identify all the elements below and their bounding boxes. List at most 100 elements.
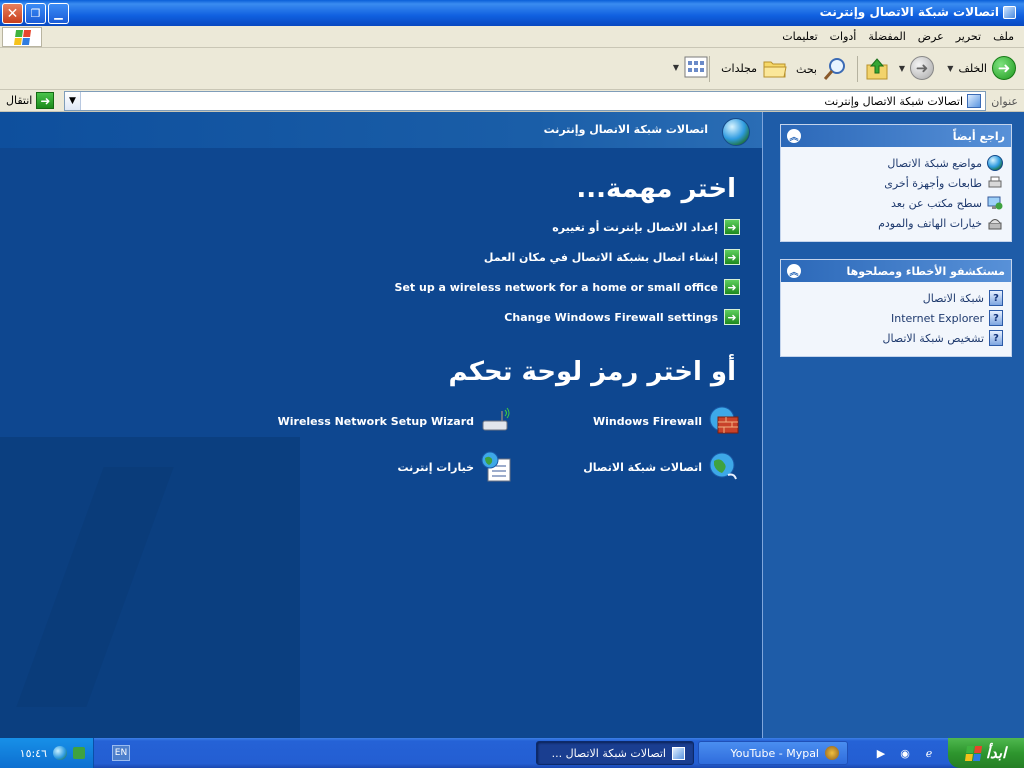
address-label: عنوان — [991, 95, 1018, 108]
address-value: اتصالات شبكة الاتصال وإنترنت — [824, 94, 963, 108]
see-also-phone-modem[interactable]: خيارات الهاتف والمودم — [789, 213, 1003, 233]
toolbar: ➜ الخلف ▼ ➜ ▼ بحث مجلدات ▼ — [0, 48, 1024, 90]
task-arrow-icon: ➜ — [724, 279, 740, 295]
see-also-header[interactable]: راجع أيضاً ︽ — [781, 125, 1011, 147]
safely-remove-icon[interactable] — [73, 747, 85, 759]
see-also-box: راجع أيضاً ︽ مواضع شبكة الاتصال طابعات و… — [780, 124, 1012, 242]
media-play-icon[interactable]: ▶ — [872, 744, 890, 762]
folders-icon — [763, 61, 787, 78]
watermark-graphic — [0, 437, 304, 738]
menu-bar: ملف تحرير عرض المفضلة أدوات تعليمات — [0, 26, 1024, 48]
search-label: بحث — [796, 62, 817, 76]
troubleshooter-network-diagnostics[interactable]: ? تشخيص شبكة الاتصال — [789, 328, 1003, 348]
task-setup-internet[interactable]: ➜ إعداد الاتصال بإنترنت أو تغييره — [552, 219, 740, 235]
cp-label: اتصالات شبكة الاتصال — [583, 460, 702, 474]
back-dropdown-icon[interactable]: ▼ — [947, 64, 953, 73]
printer-icon — [988, 176, 1002, 188]
menu-help[interactable]: تعليمات — [782, 30, 817, 43]
see-also-label: خيارات الهاتف والمودم — [878, 216, 982, 230]
troubleshooter-label: تشخيص شبكة الاتصال — [882, 331, 984, 345]
pick-icon-heading: أو اختر رمز لوحة تحكم — [448, 357, 736, 387]
folders-label: مجلدات — [721, 61, 757, 75]
folders-button[interactable]: مجلدات — [721, 56, 788, 80]
side-panel: راجع أيضاً ︽ مواضع شبكة الاتصال طابعات و… — [762, 112, 1024, 738]
media-player-icon[interactable]: ◉ — [896, 744, 914, 762]
internet-explorer-icon[interactable]: ℯ — [920, 744, 938, 762]
task-workplace-connection[interactable]: ➜ إنشاء اتصال بشبكة الاتصال في مكان العم… — [484, 249, 740, 265]
phone-modem-icon — [988, 219, 1002, 230]
see-also-label: مواضع شبكة الاتصال — [887, 156, 982, 170]
forward-dropdown-icon[interactable]: ▼ — [899, 64, 905, 73]
menu-tools[interactable]: أدوات — [830, 30, 857, 43]
task-arrow-icon: ➜ — [724, 249, 740, 265]
folder-icon — [1003, 5, 1016, 19]
address-bar: عنوان اتصالات شبكة الاتصال وإنترنت ▼ ➜ ا… — [0, 90, 1024, 112]
back-button[interactable]: ➜ الخلف ▼ — [947, 56, 1016, 80]
cp-windows-firewall[interactable]: Windows Firewall — [593, 405, 740, 437]
go-label: انتقال — [6, 94, 33, 107]
network-connections-icon — [709, 452, 737, 480]
start-label: ابدأ — [985, 744, 1007, 762]
clock: ١٥:٤٦ — [19, 746, 47, 760]
troubleshooter-network[interactable]: ? شبكة الاتصال — [789, 288, 1003, 308]
menu-favorites[interactable]: المفضلة — [868, 30, 905, 43]
troubleshooter-internet-explorer[interactable]: ? Internet Explorer — [789, 308, 1003, 328]
help-icon: ? — [989, 310, 1003, 326]
see-also-printers[interactable]: طابعات وأجهزة أخرى — [789, 173, 1003, 193]
main-pane: اتصالات شبكة الاتصال وإنترنت اختر مهمة..… — [0, 112, 762, 738]
toolbar-separator — [857, 56, 858, 82]
close-button[interactable]: ✕ — [2, 3, 23, 24]
go-button[interactable]: ➜ انتقال — [6, 92, 55, 109]
remote-desktop-icon — [987, 196, 1003, 210]
address-dropdown-icon[interactable]: ▼ — [65, 92, 81, 110]
network-globe-icon — [722, 118, 750, 146]
taskbar-button-label: اتصالات شبكة الاتصال ... — [551, 746, 666, 760]
wireless-wizard-icon — [482, 407, 510, 431]
views-button[interactable]: ▼ — [673, 56, 708, 78]
troubleshooters-title: مستكشفو الأخطاء ومصلحوها — [846, 264, 1005, 278]
see-also-title: راجع أيضاً — [952, 129, 1005, 143]
menu-edit[interactable]: تحرير — [956, 30, 981, 43]
taskbar-button-browser[interactable]: YouTube - Mypal — [698, 741, 848, 765]
troubleshooter-label: Internet Explorer — [891, 311, 984, 325]
menu-file[interactable]: ملف — [993, 30, 1014, 43]
start-button[interactable]: ابدأ — [948, 738, 1024, 768]
see-also-network-places[interactable]: مواضع شبكة الاتصال — [789, 153, 1003, 173]
menu-view[interactable]: عرض — [918, 30, 944, 43]
task-label: Change Windows Firewall settings — [504, 310, 718, 324]
task-arrow-icon: ➜ — [724, 309, 740, 325]
cp-label: Windows Firewall — [592, 414, 702, 428]
restore-button[interactable]: ❐ — [25, 3, 46, 24]
browser-icon — [825, 746, 839, 760]
address-input[interactable]: اتصالات شبكة الاتصال وإنترنت ▼ — [64, 91, 986, 111]
task-label: إعداد الاتصال بإنترنت أو تغييره — [552, 220, 718, 234]
troubleshooters-box: مستكشفو الأخطاء ومصلحوها ︽ ? شبكة الاتصا… — [780, 259, 1012, 357]
pick-task-heading: اختر مهمة... — [576, 174, 736, 204]
forward-button[interactable]: ➜ ▼ — [899, 56, 934, 80]
language-indicator[interactable]: EN — [112, 745, 130, 761]
control-panel-icon — [967, 94, 981, 108]
see-also-label: سطح مكتب عن بعد — [891, 196, 982, 210]
cp-wireless-wizard[interactable]: Wireless Network Setup Wizard — [278, 405, 512, 437]
cp-network-connections[interactable]: اتصالات شبكة الاتصال — [583, 451, 740, 483]
task-label: Set up a wireless network for a home or … — [394, 280, 718, 294]
troubleshooters-header[interactable]: مستكشفو الأخطاء ومصلحوها ︽ — [781, 260, 1011, 282]
search-button[interactable]: بحث — [796, 56, 848, 82]
collapse-chevron-icon[interactable]: ︽ — [787, 129, 801, 143]
windows-logo-icon — [2, 27, 42, 47]
task-wireless-network[interactable]: ➜ Set up a wireless network for a home o… — [395, 279, 740, 295]
up-button[interactable] — [864, 56, 890, 82]
minimize-button[interactable]: ▁ — [48, 3, 69, 24]
network-tray-icon[interactable] — [53, 746, 67, 760]
task-firewall-settings[interactable]: ➜ Change Windows Firewall settings — [504, 309, 740, 325]
taskbar-button-network[interactable]: اتصالات شبكة الاتصال ... — [536, 741, 694, 765]
see-also-remote-desktop[interactable]: سطح مكتب عن بعد — [789, 193, 1003, 213]
network-places-icon — [987, 155, 1003, 171]
back-label: الخلف — [958, 61, 987, 75]
cp-internet-options[interactable]: خيارات إنترنت — [397, 451, 512, 483]
windows-flag-icon — [964, 745, 982, 761]
window-title-text: اتصالات شبكة الاتصال وإنترنت — [819, 5, 999, 19]
collapse-chevron-icon[interactable]: ︽ — [787, 264, 801, 278]
views-icon — [684, 56, 708, 78]
views-dropdown-icon[interactable]: ▼ — [673, 63, 679, 72]
